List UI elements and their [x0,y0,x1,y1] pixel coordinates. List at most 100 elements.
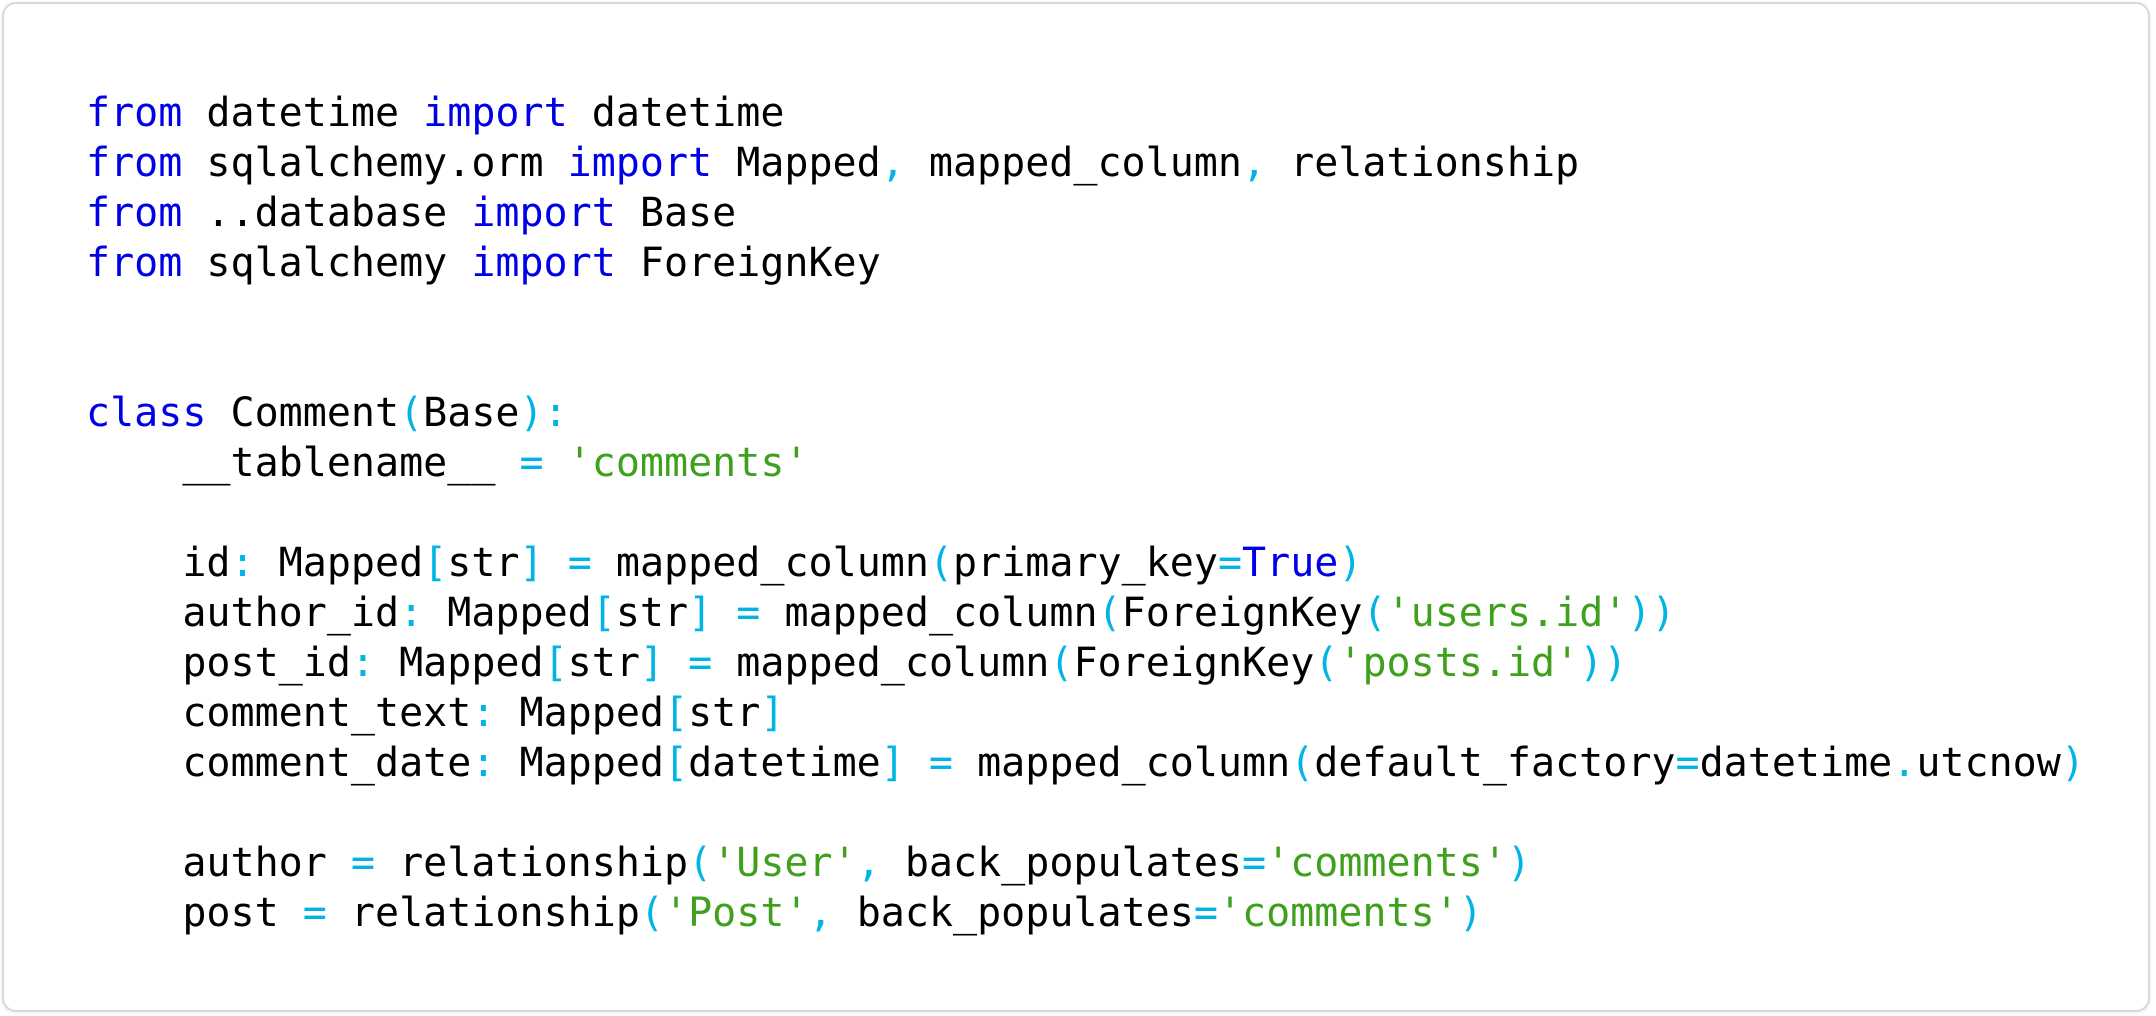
code-token: : [350,640,375,686]
code-token: ) [1506,840,1532,886]
code-token: ( [688,840,713,886]
code-token: : [399,590,424,636]
code-token: from [86,140,183,186]
code-token: ] [639,640,665,686]
code-line: id: Mapped[str] = mapped_column(primary_… [86,538,2085,588]
code-token: = [519,440,544,486]
code-token: from [86,240,183,286]
code-token: Mapped [375,640,544,686]
code-token: relationship [375,840,689,886]
code-token: relationship [1266,140,1580,186]
code-token: ForeignKey [615,240,881,286]
code-token: [ [663,740,689,786]
code-token: ) [1458,890,1483,936]
code-token: 'posts.id' [1338,640,1580,686]
code-token: back_populates [832,890,1194,936]
code-token: __tablename__ [86,440,520,486]
code-token: [ [591,590,616,636]
code-token: ) [2060,740,2085,786]
code-token: Mapped [423,590,592,636]
code-token: mapped_column [760,590,1098,636]
code-token: ..database [182,190,472,236]
code-line: from datetime import datetime [86,88,2085,138]
code-token: str [567,640,640,686]
code-token: , [1241,140,1267,186]
code-token: = [928,740,954,786]
code-token: Base [423,390,520,436]
code-token: back_populates [880,840,1242,886]
code-token: 'comments' [1266,840,1507,886]
code-token: import [567,140,713,186]
code-card: from datetime import datetime from sqlalc… [2,2,2150,1012]
code-token: = [736,590,761,636]
code-token: ): [519,390,568,436]
code-token: ( [1290,740,1315,786]
code-token: sqlalchemy.orm [182,140,568,186]
code-line: comment_text: Mapped[str] [86,688,2085,738]
code-token: str [447,540,520,586]
code-token: Mapped [254,540,424,586]
code-token: utcnow [1916,740,2061,786]
code-token: mapped_column [712,640,1050,686]
code-token: = [688,640,713,686]
code-token: author [86,840,351,886]
code-token: import [471,240,616,286]
code-token: ( [1097,590,1122,636]
code-line: author = relationship('User', back_popul… [86,838,2085,888]
code-token: )) [1579,640,1628,686]
code-token: ( [639,890,665,936]
code-line: author_id: Mapped[str] = mapped_column(F… [86,588,2085,638]
code-token: post_id [86,640,351,686]
code-token: datetime [567,90,785,136]
code-line: from sqlalchemy.orm import Mapped, mappe… [86,138,2085,188]
code-token: Mapped [495,740,664,786]
code-token: from [86,90,183,136]
code-token: mapped_column [904,140,1242,186]
code-token: datetime [182,90,424,136]
code-token: : [471,690,496,736]
code-token: True [1242,540,1339,586]
code-token: id [86,540,231,586]
code-token: post [86,890,303,936]
code-token: mapped_column [591,540,929,586]
code-token: : [230,540,255,586]
code-token: str [615,590,689,636]
code-line: comment_date: Mapped[datetime] = mapped_… [86,738,2085,788]
code-token: )) [1627,590,1676,636]
code-token: 'comments' [567,440,809,486]
code-token: import [471,190,616,236]
code-token: = [567,540,592,586]
code-block[interactable]: from datetime import datetime from sqlalc… [86,88,2085,938]
code-token: ( [1362,590,1387,636]
code-token: ForeignKey [1121,590,1363,636]
code-token: = [302,890,327,936]
code-token: ] [880,740,905,786]
code-token: Comment [206,390,400,436]
code-token: from [86,190,183,236]
code-line: post = relationship('Post', back_populat… [86,888,2085,938]
code-token: , [880,140,905,186]
code-token: comment_text [86,690,472,736]
code-token: default_factory [1314,740,1676,786]
code-token: = [350,840,375,886]
code-token: datetime [688,740,881,786]
code-token: comment_date [86,740,472,786]
code-token: Base [615,190,737,236]
code-line: class Comment(Base): [86,388,2085,438]
code-token: Mapped [712,140,881,186]
code-token: [ [543,640,568,686]
code-token: 'Post' [664,890,809,936]
code-token: ] [519,540,544,586]
code-token: primary_key [953,540,1218,586]
code-token: ( [1049,640,1074,686]
code-token: ] [760,690,785,736]
code-token: : [471,740,496,786]
code-token: , [808,890,833,936]
